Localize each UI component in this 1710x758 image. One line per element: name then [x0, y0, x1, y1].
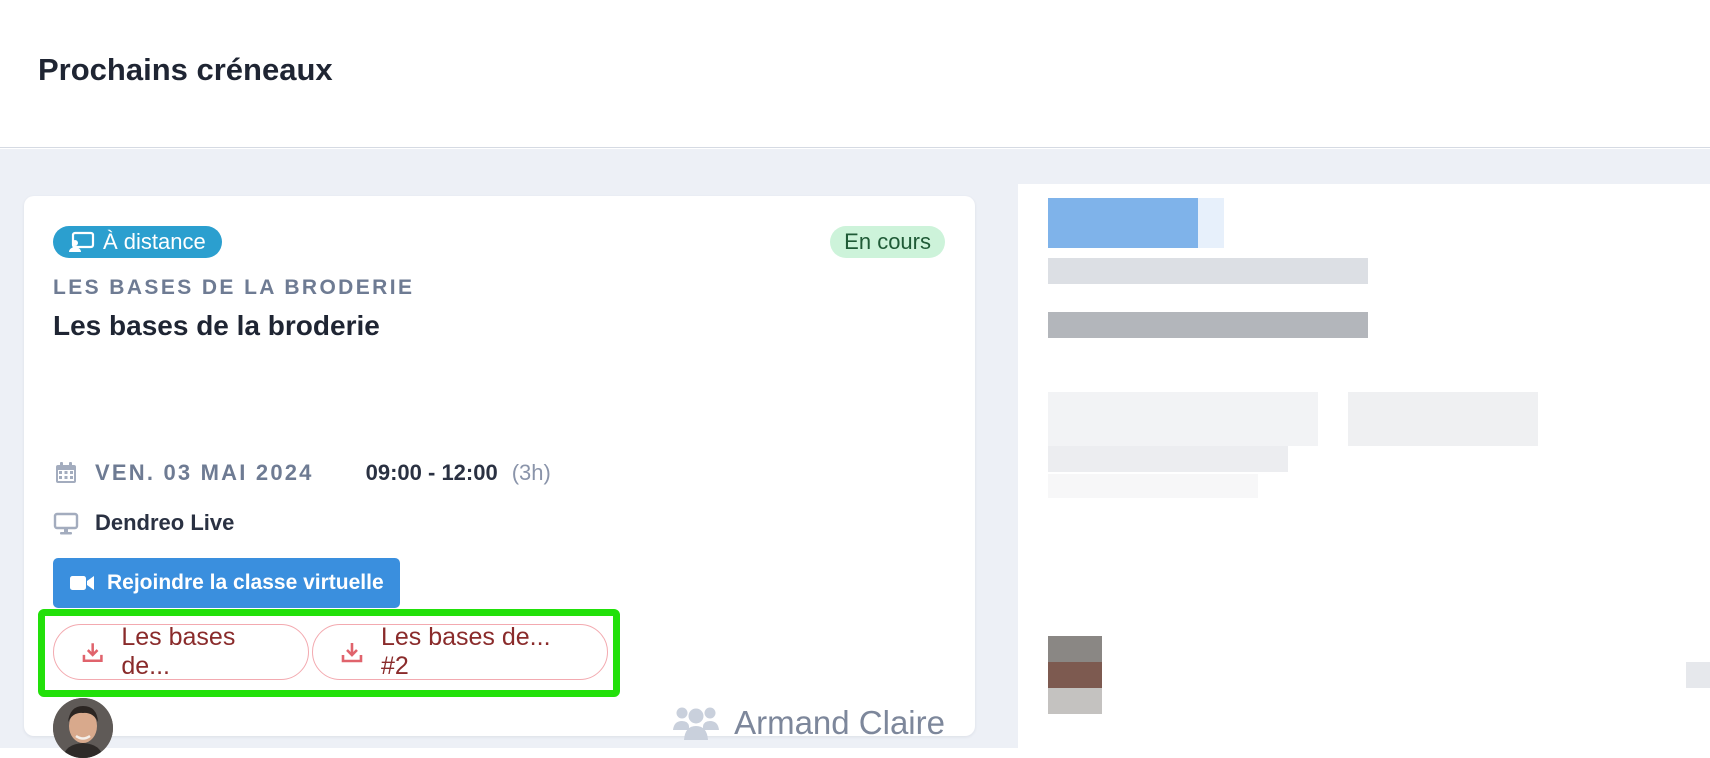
blurred-text-line	[1348, 392, 1538, 446]
join-button-label: Rejoindre la classe virtuelle	[107, 571, 384, 594]
session-duration: (3h)	[511, 460, 551, 485]
avatar-photo	[53, 698, 113, 758]
document-download-button[interactable]: Les bases de... #2	[312, 623, 608, 680]
download-icon	[341, 643, 363, 663]
course-overline: LES BASES DE LA BRODERIE	[53, 276, 415, 299]
mode-badge-label: À distance	[103, 229, 206, 254]
document-label: Les bases de... #2	[380, 623, 551, 680]
page-header: Prochains créneaux	[0, 0, 1710, 148]
users-icon	[673, 707, 720, 740]
blurred-avatar	[1048, 636, 1102, 662]
monitor-icon	[53, 512, 79, 535]
location-label: Dendreo Live	[95, 510, 235, 535]
video-camera-icon	[70, 576, 94, 590]
session-title: Les bases de la broderie	[53, 310, 380, 341]
trainer-name: Armand Claire	[734, 704, 945, 741]
session-schedule: VEN. 03 MAI 2024 09:00 - 12:00 (3h)	[53, 460, 551, 486]
blurred-trainer-text	[1686, 662, 1710, 688]
blurred-text-line	[1048, 446, 1288, 472]
document-label: Les bases de...	[121, 623, 236, 680]
mode-badge: À distance	[53, 226, 222, 258]
blurred-avatar	[1048, 688, 1102, 714]
trainer-avatar[interactable]	[53, 698, 113, 758]
blurred-text-line	[1048, 474, 1258, 498]
download-icon	[82, 643, 103, 663]
blurred-title-block	[1048, 198, 1198, 248]
blurred-text-line	[1048, 258, 1368, 284]
calendar-icon	[56, 462, 76, 483]
session-card[interactable]: À distance En cours LES BASES DE LA BROD…	[24, 196, 975, 758]
join-virtual-class-button[interactable]: Rejoindre la classe virtuelle	[53, 558, 400, 608]
blurred-title-block	[1198, 198, 1224, 248]
status-badge: En cours	[830, 226, 945, 258]
blurred-session-card	[1018, 184, 1710, 748]
session-location: Dendreo Live	[53, 510, 234, 536]
remote-screen-icon	[69, 231, 95, 252]
document-download-button[interactable]: Les bases de...	[53, 623, 309, 680]
blurred-text-line	[1048, 392, 1318, 446]
session-date: VEN. 03 MAI 2024	[95, 460, 314, 485]
main-content: À distance En cours LES BASES DE LA BROD…	[0, 149, 1710, 758]
trainer-info: Armand Claire	[672, 704, 945, 742]
blurred-avatar	[1048, 662, 1102, 688]
page-title: Prochains créneaux	[38, 52, 333, 87]
blurred-text-line	[1048, 312, 1368, 338]
session-time: 09:00 - 12:00	[365, 460, 498, 485]
